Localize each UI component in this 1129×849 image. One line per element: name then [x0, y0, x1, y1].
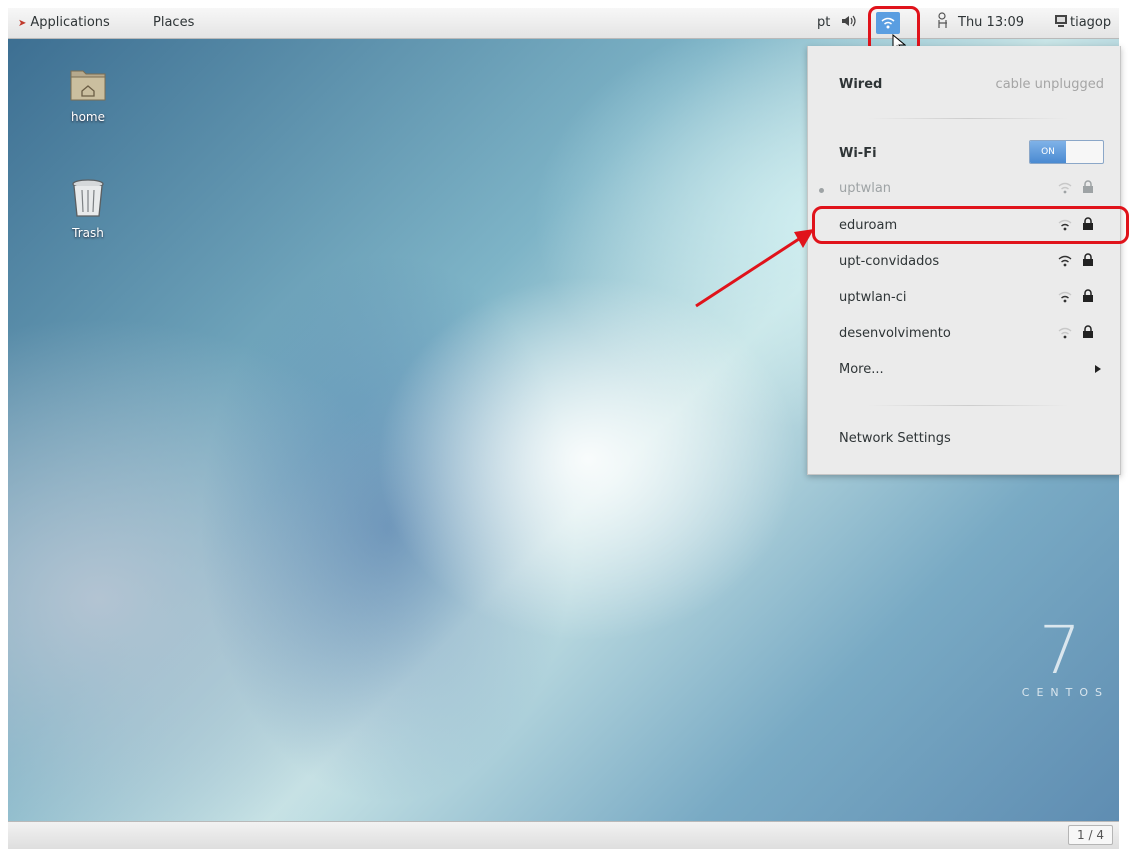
top-panel: ➤ Applications Places pt Thu 13:09 tiagop: [8, 6, 1119, 54]
wifi-toggle[interactable]: ON: [1029, 140, 1104, 164]
applications-menu[interactable]: ➤ Applications: [18, 15, 110, 30]
volume-icon[interactable]: [840, 13, 856, 33]
desktop-icon-trash[interactable]: Trash: [53, 177, 123, 240]
applications-label: Applications: [30, 15, 110, 30]
workspace-indicator[interactable]: 1 / 4: [1068, 825, 1113, 845]
wifi-signal-medium-icon: [1058, 291, 1072, 303]
lock-icon: [1083, 253, 1093, 266]
lock-icon: [1083, 180, 1093, 193]
desktop-icon-label: home: [70, 110, 106, 124]
bottom-panel: 1 / 4: [8, 821, 1119, 849]
more-networks-item[interactable]: More...: [808, 353, 1120, 387]
wifi-network-item[interactable]: uptwlan-ci: [808, 281, 1120, 315]
keyboard-layout-indicator[interactable]: pt: [817, 15, 830, 30]
wifi-network-item[interactable]: upt-convidados: [808, 245, 1120, 279]
connected-indicator-icon: [819, 188, 824, 193]
desktop-icon-home[interactable]: home: [53, 65, 123, 124]
wifi-signal-strong-icon: [1058, 255, 1072, 267]
centos-logo-text: CENTOS: [1021, 686, 1109, 699]
lock-icon: [1083, 289, 1093, 302]
applications-icon: ➤: [18, 18, 27, 29]
home-folder-icon: [70, 70, 106, 101]
wifi-network-item[interactable]: uptwlan: [808, 172, 1120, 206]
network-menu: Wired cable unplugged Wi-Fi ON uptwlan e…: [807, 46, 1121, 475]
menu-separator: [868, 405, 1068, 406]
user-menu-icon[interactable]: [1054, 14, 1068, 32]
network-settings-item[interactable]: Network Settings: [839, 431, 951, 446]
annotation-highlight-eduroam: [812, 206, 1129, 244]
centos-logo-number: 7: [1039, 612, 1081, 689]
user-menu[interactable]: tiagop: [1070, 15, 1111, 30]
wifi-network-name: uptwlan-ci: [839, 290, 907, 305]
submenu-arrow-icon: [1095, 365, 1101, 373]
annotation-arrow-icon: [695, 229, 814, 308]
wifi-network-name: uptwlan: [839, 181, 892, 196]
wifi-signal-weak-icon: [1058, 182, 1072, 194]
trash-icon: [72, 179, 104, 217]
clock[interactable]: Thu 13:09: [958, 15, 1024, 30]
lock-icon: [1083, 325, 1093, 338]
places-menu[interactable]: Places: [153, 15, 194, 30]
centos-logo: 7 CENTOS: [969, 612, 1109, 700]
wired-title[interactable]: Wired: [839, 77, 882, 92]
wifi-title: Wi-Fi: [839, 146, 877, 161]
wifi-network-name: upt-convidados: [839, 254, 940, 269]
wifi-toggle-label: ON: [1030, 141, 1066, 163]
desktop-icon-label: Trash: [72, 226, 104, 240]
accessibility-icon[interactable]: [937, 12, 951, 34]
wifi-network-item[interactable]: desenvolvimento: [808, 317, 1120, 351]
wifi-signal-weak-icon: [1058, 327, 1072, 339]
menu-separator: [868, 118, 1068, 119]
more-networks-label: More...: [839, 362, 884, 377]
wired-status: cable unplugged: [995, 77, 1104, 92]
wifi-network-name: desenvolvimento: [839, 326, 951, 341]
screen: home Trash 7 CENTOS ➤ Applications Places…: [0, 0, 1129, 849]
